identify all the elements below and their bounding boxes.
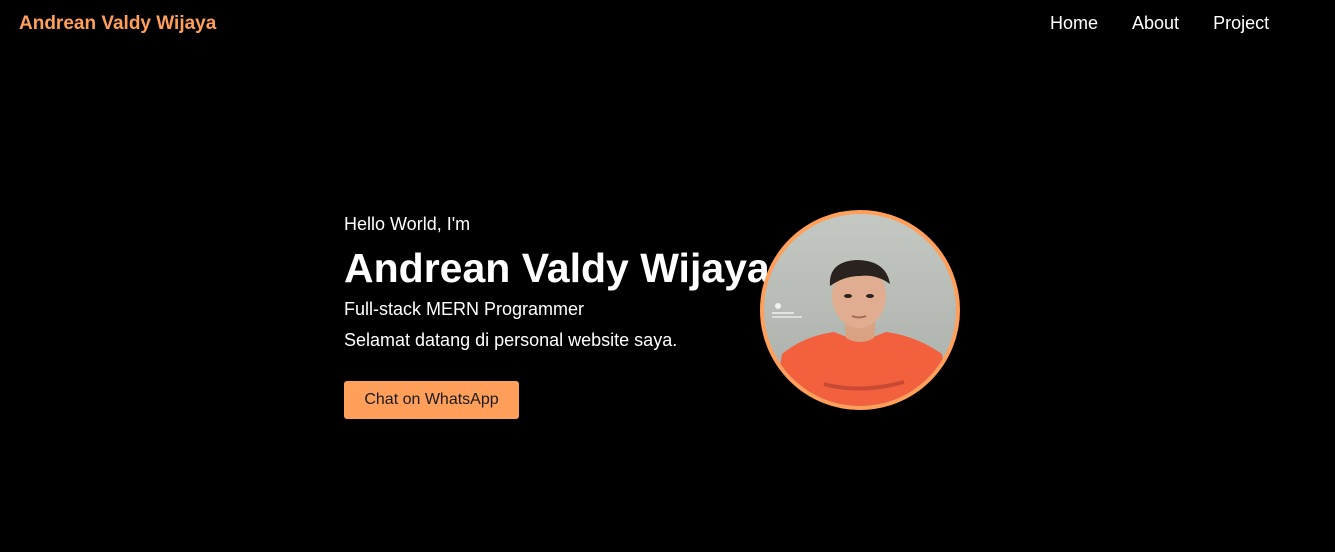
hero-section: Hello World, I'm Andrean Valdy Wijaya Fu…	[344, 212, 774, 419]
navbar: Andrean Valdy Wijaya Home About Project	[0, 0, 1335, 48]
nav-links: Home About Project	[1050, 13, 1303, 34]
hero-welcome: Selamat datang di personal website saya.	[344, 330, 678, 350]
hero-role: Full-stack MERN Programmer	[344, 299, 585, 319]
profile-photo	[760, 210, 960, 410]
hero-name: Andrean Valdy Wijaya	[344, 245, 770, 291]
profile-photo-image	[764, 214, 956, 406]
whatsapp-chat-button[interactable]: Chat on WhatsApp	[344, 381, 519, 419]
hero-greeting: Hello World, I'm	[344, 214, 471, 234]
nav-link-home[interactable]: Home	[1050, 13, 1098, 34]
nav-link-project[interactable]: Project	[1213, 13, 1269, 34]
brand-logo[interactable]: Andrean Valdy Wijaya	[19, 13, 216, 35]
nav-link-about[interactable]: About	[1132, 13, 1179, 34]
